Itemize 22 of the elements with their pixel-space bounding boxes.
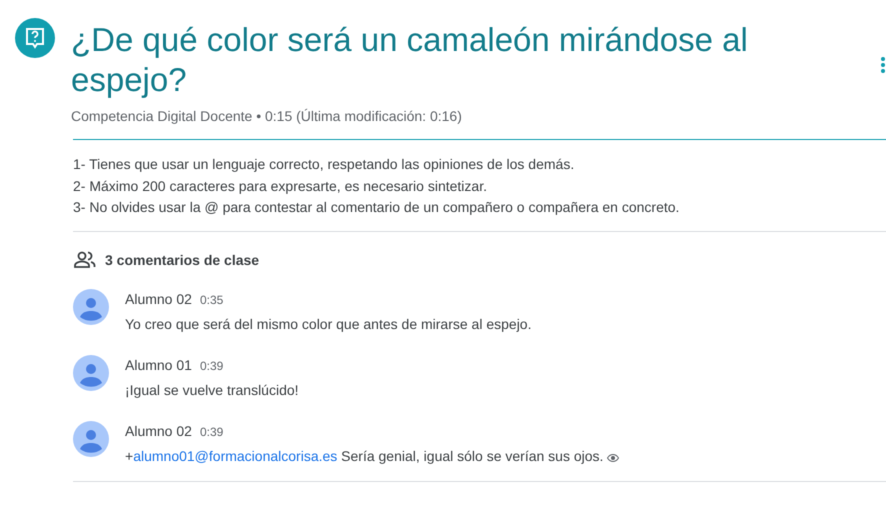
author-name: Alumno 02: [125, 422, 192, 440]
instruction-line: 2- Máximo 200 caracteres para expresarte, es necesario sintetizar.: [73, 176, 488, 196]
people-icon: [73, 250, 97, 270]
avatar-icon: [73, 354, 109, 390]
comment-time: 0:39: [200, 424, 224, 440]
author-name: Alumno 02: [125, 290, 192, 308]
avatar-icon: [73, 420, 109, 456]
comment-time: 0:35: [200, 292, 224, 308]
comment-text: Yo creo que será del mismo color que antes de mirarse al espejo.: [125, 314, 532, 334]
comment-text: +alumno01@formacionalcorisa.es Sería genial, igual sólo se verían sus ojos.: [125, 446, 604, 466]
comments-heading: 3 comentarios de clase: [105, 250, 260, 270]
instruction-line: 3- No olvides usar la @ para contestar al comentario de un compañero o compañera en concreto.: [73, 198, 680, 217]
instruction-line: 1- Tienes que usar un lenguaje correcto, respetando las opiniones de los demás.: [73, 155, 576, 174]
question-icon: [15, 18, 55, 58]
mention-link[interactable]: alumno01@formacionalcorisa.es: [133, 448, 338, 464]
question-meta: Competencia Digital Docente • 0:15 (Última modificación: 0:16): [71, 107, 463, 126]
comment-time: 0:39: [200, 358, 224, 374]
avatar-icon: [73, 288, 109, 324]
question-title: ¿De qué color será un camaleón mirándose al espejo?: [71, 20, 749, 100]
more-options-icon[interactable]: [880, 56, 886, 74]
author-name: Alumno 01: [125, 356, 192, 374]
comment-text: ¡Igual se vuelve translúcido!: [125, 380, 299, 400]
